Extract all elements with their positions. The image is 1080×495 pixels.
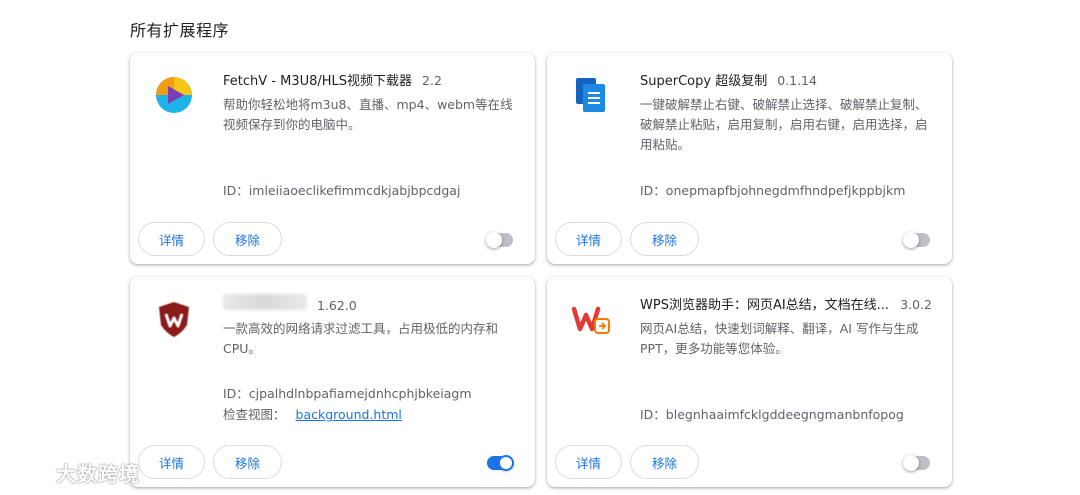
extension-description: 帮助你轻松地将m3u8、直播、mp4、webm等在线视频保存到你的电脑中。 bbox=[223, 97, 513, 132]
section-title: 所有扩展程序 bbox=[130, 21, 230, 40]
remove-button[interactable]: 移除 bbox=[213, 445, 282, 479]
extension-id: ID：onepmapfbjohnegdmfhndpefjkppbjkm bbox=[640, 183, 906, 198]
details-button[interactable]: 详情 bbox=[555, 445, 622, 479]
extension-version: 0.1.14 bbox=[777, 73, 817, 88]
extension-id: ID：cjpalhdlnbpafiamejdnhcphjbkeiagm bbox=[223, 386, 472, 401]
wps-logo-icon bbox=[571, 299, 611, 339]
extension-card-fetchv: FetchV - M3U8/HLS视频下载器 2.2 帮助你轻松地将m3u8、直… bbox=[130, 53, 535, 264]
extension-card-blocker: 1.62.0 一款高效的网络请求过滤工具，占用极低的内存和CPU。 ID：cjp… bbox=[130, 277, 535, 487]
copy-document-icon bbox=[571, 75, 611, 115]
extension-name: WPS浏览器助手：网页AI总结，文档在线... bbox=[640, 298, 890, 313]
extension-card-wps: WPS浏览器助手：网页AI总结，文档在线... 3.0.2 网页AI总结，快速划… bbox=[547, 277, 952, 487]
toggle-knob bbox=[903, 232, 919, 248]
extension-version: 3.0.2 bbox=[900, 297, 932, 312]
watermark-text: 大数跨境 bbox=[56, 461, 140, 486]
watermark-logo-icon bbox=[6, 462, 49, 482]
fetchv-play-icon bbox=[154, 75, 194, 115]
extension-version: 1.62.0 bbox=[317, 298, 357, 313]
toggle-knob bbox=[498, 455, 514, 471]
inspect-views: 检查视图： background.html bbox=[223, 404, 402, 423]
remove-button[interactable]: 移除 bbox=[213, 222, 282, 256]
extension-version: 2.2 bbox=[422, 73, 442, 88]
extension-description: 网页AI总结，快速划词解释、翻译，AI 写作与生成PPT，更多功能等您体验。 bbox=[640, 321, 919, 356]
toggle-knob bbox=[486, 232, 502, 248]
extension-id: ID：imleiiaoeclikefimmcdkjabjbpcdgaj bbox=[223, 183, 461, 198]
extensions-page: 所有扩展程序 FetchV - M3U8/HLS视频下载器 2.2 帮助你轻松地… bbox=[0, 0, 1080, 495]
extension-description: 一键破解禁止右键、破解禁止选择、破解禁止复制、破解禁止粘贴，启用复制，启用右键，… bbox=[640, 97, 928, 152]
extension-card-supercopy: SuperCopy 超级复制 0.1.14 一键破解禁止右键、破解禁止选择、破解… bbox=[547, 53, 952, 264]
remove-button[interactable]: 移除 bbox=[630, 445, 699, 479]
enable-toggle[interactable] bbox=[903, 232, 930, 248]
shield-blocker-icon bbox=[154, 299, 194, 339]
remove-button[interactable]: 移除 bbox=[630, 222, 699, 256]
extension-description: 一款高效的网络请求过滤工具，占用极低的内存和CPU。 bbox=[223, 321, 499, 356]
extension-name: SuperCopy 超级复制 bbox=[640, 74, 768, 89]
watermark: 大数跨境 bbox=[6, 455, 140, 489]
details-button[interactable]: 详情 bbox=[138, 445, 205, 479]
enable-toggle[interactable] bbox=[903, 455, 930, 471]
toggle-knob bbox=[903, 455, 919, 471]
inspect-views-label: 检查视图： bbox=[223, 407, 286, 422]
extension-id: ID：blegnhaaimfcklgddeegngmanbnfopog bbox=[640, 407, 904, 422]
extension-name: FetchV - M3U8/HLS视频下载器 bbox=[223, 74, 413, 89]
details-button[interactable]: 详情 bbox=[555, 222, 622, 256]
extension-name-redacted bbox=[223, 294, 307, 310]
enable-toggle[interactable] bbox=[486, 232, 513, 248]
details-button[interactable]: 详情 bbox=[138, 222, 205, 256]
enable-toggle[interactable] bbox=[487, 455, 514, 471]
background-page-link[interactable]: background.html bbox=[296, 407, 402, 422]
